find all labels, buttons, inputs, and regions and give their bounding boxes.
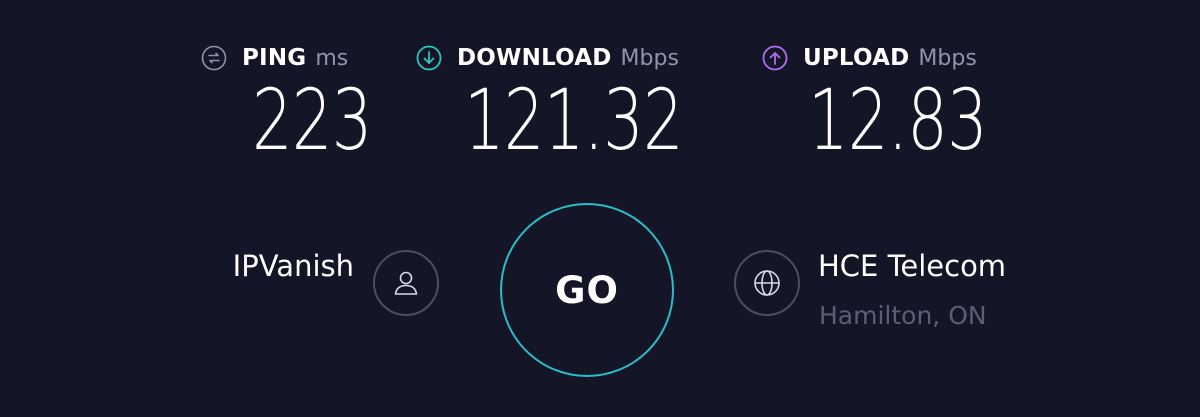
download-label: DOWNLOAD: [457, 45, 612, 71]
ping-label: PING: [242, 45, 307, 71]
ping-unit: ms: [315, 45, 349, 71]
user-icon[interactable]: [373, 250, 439, 316]
isp-name: IPVanish: [232, 249, 354, 283]
globe-icon[interactable]: [734, 250, 800, 316]
speedtest-panel: PING ms 223 DOWNLOAD Mbps 121.32 UPLOAD …: [0, 0, 1200, 417]
upload-metric: UPLOAD Mbps 12.83: [762, 40, 988, 162]
ping-metric: PING ms 223: [201, 40, 372, 162]
go-label: GO: [555, 268, 619, 312]
server-location: Hamilton, ON: [819, 301, 987, 330]
download-unit: Mbps: [620, 45, 679, 71]
upload-label: UPLOAD: [803, 45, 910, 71]
ping-value: 223: [252, 71, 372, 169]
upload-arrow-icon: [762, 45, 788, 71]
upload-unit: Mbps: [918, 45, 977, 71]
download-metric: DOWNLOAD Mbps 121.32: [416, 40, 684, 162]
go-button[interactable]: GO: [500, 203, 674, 377]
upload-value: 12.83: [808, 71, 988, 169]
download-value: 121.32: [464, 71, 684, 169]
server-name[interactable]: HCE Telecom: [818, 249, 1006, 283]
ping-icon: [201, 45, 227, 71]
download-arrow-icon: [416, 45, 442, 71]
